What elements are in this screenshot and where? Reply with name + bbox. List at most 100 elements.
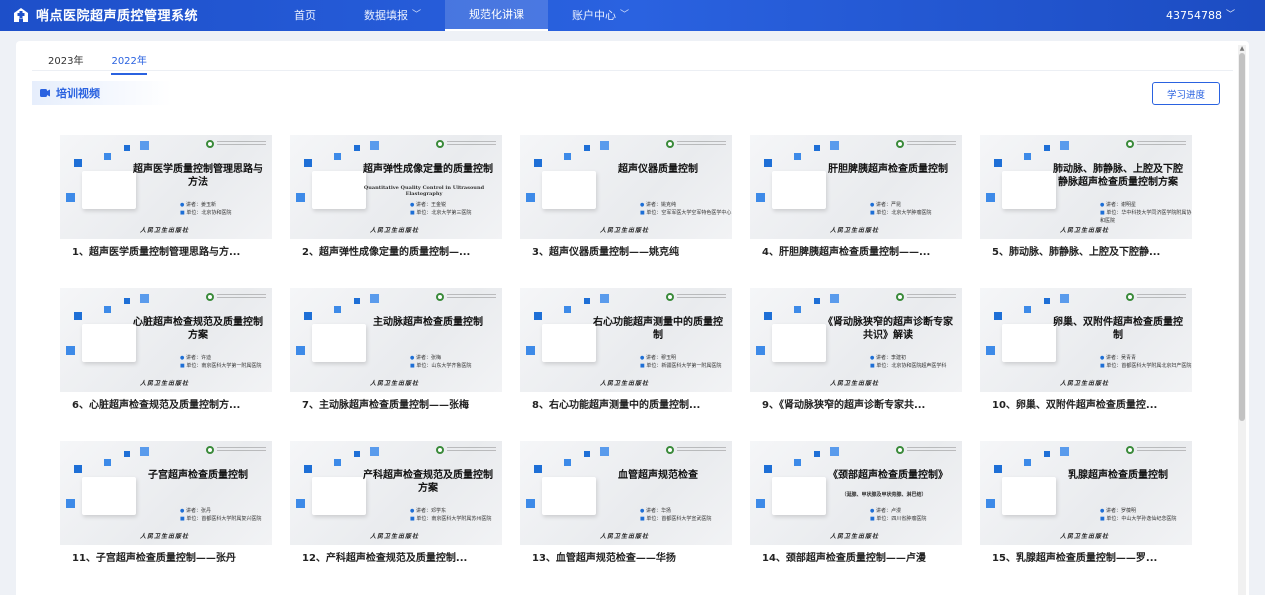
decor-square — [124, 145, 130, 151]
video-thumbnail[interactable]: 卵巢、双附件超声检查质量控制 ● 讲者：吴青青 ■ 单位：首都医科大学附属北京妇… — [980, 288, 1192, 392]
video-card-2[interactable]: 超声弹性成像定量的质量控制 Quantitative Quality Contr… — [290, 135, 502, 266]
lecturer: 讲者：邓学东 — [415, 508, 446, 514]
video-thumbnail[interactable]: 右心功能超声测量中的质量控制 ● 讲者：穆玉明 ■ 单位：新疆医科大学第一附属医… — [520, 288, 732, 392]
unit: 单位：首都医科大学宣武医院 — [646, 516, 712, 522]
video-thumbnail[interactable]: 《肾动脉狭窄的超声诊断专家共识》解读 ● 讲者：李建初 ■ 单位：北京协和医院超… — [750, 288, 962, 392]
video-thumbnail[interactable]: 乳腺超声检查质量控制 ● 讲者：罗葆明 ■ 单位：中山大学孙逸仙纪念医院 人民卫… — [980, 441, 1192, 545]
thumbnail-title: 《颈部超声检查质量控制》 — [828, 470, 948, 481]
video-card-13[interactable]: 血管超声规范检查 ● 讲者：华扬 ■ 单位：首都医科大学宣武医院 人民卫生出版社… — [520, 441, 732, 572]
video-thumbnail[interactable]: 超声弹性成像定量的质量控制 Quantitative Quality Contr… — [290, 135, 502, 239]
video-icon — [40, 89, 50, 97]
decor-square — [1044, 145, 1050, 151]
brand[interactable]: 哨点医院超声质控管理系统 — [12, 5, 198, 24]
lecturer: 讲者：姜玉新 — [185, 202, 216, 208]
video-caption[interactable]: 8、右心功能超声测量中的质量控制... — [520, 392, 732, 419]
video-caption[interactable]: 5、肺动脉、肺静脉、上腔及下腔静... — [980, 239, 1192, 266]
video-thumbnail[interactable]: 血管超声规范检查 ● 讲者：华扬 ■ 单位：首都医科大学宣武医院 人民卫生出版社 — [520, 441, 732, 545]
scroll-thumb[interactable] — [1239, 53, 1245, 421]
video-card-10[interactable]: 卵巢、双附件超声检查质量控制 ● 讲者：吴青青 ■ 单位：首都医科大学附属北京妇… — [980, 288, 1192, 419]
decor-square — [526, 499, 535, 508]
learning-progress-button[interactable]: 学习进度 — [1152, 82, 1220, 105]
video-caption[interactable]: 3、超声仪器质量控制——姚克纯 — [520, 239, 732, 266]
tab-2023[interactable]: 2023年 — [48, 52, 83, 75]
person-icon: ● — [870, 202, 875, 208]
video-card-7[interactable]: 主动脉超声检查质量控制 ● 讲者：张梅 ■ 单位：山东大学齐鲁医院 人民卫生出版… — [290, 288, 502, 419]
video-caption[interactable]: 4、肝胆脾胰超声检查质量控制——... — [750, 239, 962, 266]
video-caption[interactable]: 14、颈部超声检查质量控制——卢漫 — [750, 545, 962, 572]
nav-data-report[interactable]: 数据填报 ﹀ — [340, 0, 445, 31]
video-card-5[interactable]: 肺动脉、肺静脉、上腔及下腔静脉超声检查质量控制方案 ● 讲者：谢明星 ■ 单位：… — [980, 135, 1192, 266]
unit: 单位：山东大学齐鲁医院 — [416, 363, 472, 369]
lecturer: 讲者：张丹 — [185, 508, 211, 514]
video-thumbnail[interactable]: 产科超声检查规范及质量控制方案 ● 讲者：邓学东 ■ 单位：南京医科大学附属苏州… — [290, 441, 502, 545]
decor-square — [756, 499, 765, 508]
video-caption[interactable]: 13、血管超声规范检查——华扬 — [520, 545, 732, 572]
video-caption[interactable]: 15、乳腺超声检查质量控制——罗... — [980, 545, 1192, 572]
video-caption[interactable]: 9、《肾动脉狭窄的超声诊断专家共... — [750, 392, 962, 419]
video-thumbnail[interactable]: 子宫超声检查质量控制 ● 讲者：张丹 ■ 单位：首都医科大学附属复兴医院 人民卫… — [60, 441, 272, 545]
tabs-divider — [32, 70, 1233, 71]
speaker-info: ● 讲者：卢漫 ■ 单位：四川省肿瘤医院 — [870, 507, 926, 523]
video-thumbnail[interactable]: 肝胆脾胰超声检查质量控制 ● 讲者：严昆 ■ 单位：北京大学肿瘤医院 人民卫生出… — [750, 135, 962, 239]
unit: 单位：首都医科大学附属复兴医院 — [186, 516, 262, 522]
video-card-9[interactable]: 《肾动脉狭窄的超声诊断专家共识》解读 ● 讲者：李建初 ■ 单位：北京协和医院超… — [750, 288, 962, 419]
society-logo-icon — [896, 292, 956, 301]
publisher-logo: 人民卫生出版社 — [140, 380, 190, 387]
video-card-3[interactable]: 超声仪器质量控制 ● 讲者：姚克纯 ■ 单位：空军军医大学空军特色医学中心 人民… — [520, 135, 732, 266]
decor-square — [334, 306, 341, 313]
nav-standard-lecture-label: 规范化讲课 — [469, 8, 525, 21]
video-caption[interactable]: 10、卵巢、双附件超声检查质量控... — [980, 392, 1192, 419]
video-thumbnail[interactable]: 主动脉超声检查质量控制 ● 讲者：张梅 ■ 单位：山东大学齐鲁医院 人民卫生出版… — [290, 288, 502, 392]
video-caption[interactable]: 11、子宫超声检查质量控制——张丹 — [60, 545, 272, 572]
unit: 单位：中山大学孙逸仙纪念医院 — [1106, 516, 1177, 522]
decor-square — [140, 141, 149, 150]
speaker-info: ● 讲者：姜玉新 ■ 单位：北京协和医院 — [180, 201, 231, 217]
decor-square — [354, 451, 360, 457]
decor-square — [830, 141, 839, 150]
scrollbar[interactable]: ▲ — [1238, 45, 1246, 595]
video-thumbnail[interactable]: 超声医学质量控制管理思路与方法 ● 讲者：姜玉新 ■ 单位：北京协和医院 人民卫… — [60, 135, 272, 239]
decor-square — [986, 193, 995, 202]
video-card-12[interactable]: 产科超声检查规范及质量控制方案 ● 讲者：邓学东 ■ 单位：南京医科大学附属苏州… — [290, 441, 502, 572]
video-caption[interactable]: 12、产科超声检查规范及质量控制... — [290, 545, 502, 572]
decor-square — [994, 312, 1002, 320]
nav-home[interactable]: 首页 — [270, 0, 340, 31]
speaker-info: ● 讲者：张梅 ■ 单位：山东大学齐鲁医院 — [410, 354, 471, 370]
decor-square — [140, 294, 149, 303]
section-title: 培训视频 — [56, 87, 100, 100]
video-thumbnail[interactable]: 心脏超声检查规范及质量控制方案 ● 讲者：许迪 ■ 单位：南京医科大学第一附属医… — [60, 288, 272, 392]
video-thumbnail[interactable]: 《颈部超声检查质量控制》 （涎腺、甲状腺及甲状旁腺、淋巴结） ● 讲者：卢漫 ■… — [750, 441, 962, 545]
publisher-logo: 人民卫生出版社 — [1060, 533, 1110, 540]
speaker-info: ● 讲者：谢明星 ■ 单位：华中科技大学同济医学院附属协和医院 — [1100, 201, 1192, 225]
decor-square — [1024, 459, 1031, 466]
video-card-1[interactable]: 超声医学质量控制管理思路与方法 ● 讲者：姜玉新 ■ 单位：北京协和医院 人民卫… — [60, 135, 272, 266]
chevron-down-icon: ﹀ — [412, 10, 422, 20]
nav-standard-lecture[interactable]: 规范化讲课 — [445, 0, 549, 31]
decor-square — [140, 447, 149, 456]
decor-square — [1024, 306, 1031, 313]
video-card-8[interactable]: 右心功能超声测量中的质量控制 ● 讲者：穆玉明 ■ 单位：新疆医科大学第一附属医… — [520, 288, 732, 419]
speaker-info: ● 讲者：华扬 ■ 单位：首都医科大学宣武医院 — [640, 507, 711, 523]
decor-square — [354, 145, 360, 151]
video-card-4[interactable]: 肝胆脾胰超声检查质量控制 ● 讲者：严昆 ■ 单位：北京大学肿瘤医院 人民卫生出… — [750, 135, 962, 266]
video-thumbnail[interactable]: 肺动脉、肺静脉、上腔及下腔静脉超声检查质量控制方案 ● 讲者：谢明星 ■ 单位：… — [980, 135, 1192, 239]
user-menu[interactable]: 43754788 ﹀ — [1166, 0, 1235, 31]
video-caption[interactable]: 2、超声弹性成像定量的质量控制—... — [290, 239, 502, 266]
tab-2022[interactable]: 2022年 — [111, 52, 147, 75]
video-card-11[interactable]: 子宫超声检查质量控制 ● 讲者：张丹 ■ 单位：首都医科大学附属复兴医院 人民卫… — [60, 441, 272, 572]
decor-paper — [1002, 324, 1056, 362]
video-caption[interactable]: 7、主动脉超声检查质量控制——张梅 — [290, 392, 502, 419]
scroll-up-icon[interactable]: ▲ — [1238, 45, 1246, 53]
nav-account-center[interactable]: 账户中心 ﹀ — [548, 0, 653, 31]
decor-square — [814, 451, 820, 457]
video-card-14[interactable]: 《颈部超声检查质量控制》 （涎腺、甲状腺及甲状旁腺、淋巴结） ● 讲者：卢漫 ■… — [750, 441, 962, 572]
society-logo-icon — [1126, 445, 1186, 454]
video-caption[interactable]: 1、超声医学质量控制管理思路与方... — [60, 239, 272, 266]
unit: 单位：南京医科大学附属苏州医院 — [416, 516, 492, 522]
video-thumbnail[interactable]: 超声仪器质量控制 ● 讲者：姚克纯 ■ 单位：空军军医大学空军特色医学中心 人民… — [520, 135, 732, 239]
video-caption[interactable]: 6、心脏超声检查规范及质量控制方... — [60, 392, 272, 419]
app-title: 哨点医院超声质控管理系统 — [36, 9, 199, 24]
video-card-15[interactable]: 乳腺超声检查质量控制 ● 讲者：罗葆明 ■ 单位：中山大学孙逸仙纪念医院 人民卫… — [980, 441, 1192, 572]
video-card-6[interactable]: 心脏超声检查规范及质量控制方案 ● 讲者：许迪 ■ 单位：南京医科大学第一附属医… — [60, 288, 272, 419]
society-logo-icon — [1126, 139, 1186, 148]
